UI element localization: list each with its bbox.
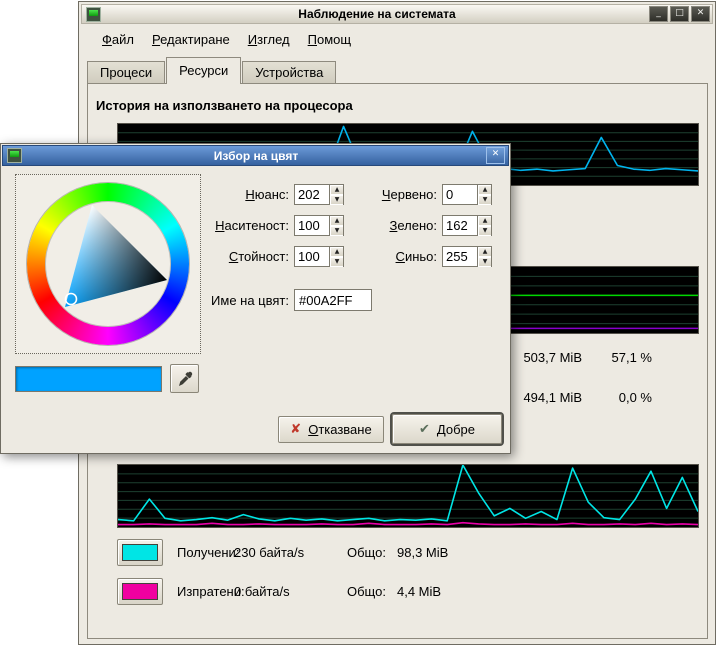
swap-total-value: 494,1 MiB <box>512 390 582 405</box>
menubar: Файл Редактиране Изглед Помощ <box>83 28 711 50</box>
cancel-button[interactable]: ✘ Отказване <box>278 416 384 443</box>
received-rate: 230 байта/s <box>234 539 304 566</box>
color-name-label: Име на цвят: <box>161 290 289 311</box>
received-color-swatch <box>122 544 158 561</box>
color-name-input[interactable] <box>294 289 372 311</box>
memory-percent-value: 57,1 % <box>582 350 652 365</box>
eyedropper-icon <box>176 370 194 388</box>
sent-color-swatch <box>122 583 158 600</box>
dialog-title: Избор на цвят <box>26 149 486 163</box>
value-spin-up-icon[interactable]: ▲ <box>330 247 343 257</box>
tab-processes[interactable]: Процеси <box>87 61 165 84</box>
system-monitor-icon <box>86 7 101 22</box>
close-button[interactable]: ✕ <box>691 6 710 22</box>
hue-spin-up-icon[interactable]: ▲ <box>330 185 343 195</box>
network-history-chart <box>117 464 699 528</box>
notebook-tabs: Процеси Ресурси Устройства <box>87 57 337 84</box>
ok-button[interactable]: ✔ Добре <box>392 414 502 444</box>
blue-label: Синьо: <box>356 246 437 267</box>
dialog-titlebar[interactable]: Избор на цвят ✕ <box>2 145 509 166</box>
eyedropper-button[interactable] <box>170 364 199 393</box>
blue-spinbox[interactable]: ▲▼ <box>442 246 492 267</box>
value-spin-down-icon[interactable]: ▼ <box>330 257 343 267</box>
blue-input[interactable] <box>443 247 477 266</box>
hue-spin-down-icon[interactable]: ▼ <box>330 195 343 205</box>
hue-spinbox[interactable]: ▲▼ <box>294 184 344 205</box>
saturation-spin-up-icon[interactable]: ▲ <box>330 216 343 226</box>
received-label: Получени: <box>177 539 239 566</box>
green-input[interactable] <box>443 216 477 235</box>
cancel-x-icon: ✘ <box>290 422 301 437</box>
cpu-history-heading: История на използването на процесора <box>96 98 353 113</box>
red-label: Червено: <box>356 184 437 205</box>
ok-check-icon: ✔ <box>419 422 430 437</box>
hue-input[interactable] <box>295 185 329 204</box>
dialog-icon <box>7 148 22 163</box>
red-spin-up-icon[interactable]: ▲ <box>478 185 491 195</box>
main-titlebar[interactable]: Наблюдение на системата _ □ ✕ <box>81 4 713 24</box>
sent-total: 4,4 MiB <box>397 578 441 605</box>
minimize-button[interactable]: _ <box>649 6 668 22</box>
value-spinbox[interactable]: ▲▼ <box>294 246 344 267</box>
red-input[interactable] <box>443 185 477 204</box>
menu-file[interactable]: Файл <box>93 29 143 50</box>
sent-rate: 0 байта/s <box>234 578 290 605</box>
blue-spin-up-icon[interactable]: ▲ <box>478 247 491 257</box>
sent-color-button[interactable] <box>117 578 163 605</box>
menu-view[interactable]: Изглед <box>239 29 299 50</box>
green-spinbox[interactable]: ▲▼ <box>442 215 492 236</box>
tab-resources[interactable]: Ресурси <box>166 57 241 84</box>
received-color-button[interactable] <box>117 539 163 566</box>
saturation-input[interactable] <box>295 216 329 235</box>
selected-color-preview <box>15 366 162 392</box>
saturation-label: Наситеност: <box>161 215 289 236</box>
value-label: Стойност: <box>161 246 289 267</box>
menu-help[interactable]: Помощ <box>299 29 360 50</box>
memory-total-value: 503,7 MiB <box>512 350 582 365</box>
red-spin-down-icon[interactable]: ▼ <box>478 195 491 205</box>
tab-devices[interactable]: Устройства <box>242 61 336 84</box>
saturation-spin-down-icon[interactable]: ▼ <box>330 226 343 236</box>
green-spin-up-icon[interactable]: ▲ <box>478 216 491 226</box>
green-label: Зелено: <box>356 215 437 236</box>
menu-edit[interactable]: Редактиране <box>143 29 239 50</box>
received-total: 98,3 MiB <box>397 539 448 566</box>
ok-button-label: Добре <box>437 422 475 437</box>
dialog-close-button[interactable]: ✕ <box>486 147 505 164</box>
received-total-label: Общо: <box>347 539 386 566</box>
color-selection-dialog: Избор на цвят ✕ Нюанс: <box>0 143 511 454</box>
value-input[interactable] <box>295 247 329 266</box>
network-sent-row: Изпратени: 0 байта/s Общо: 4,4 MiB <box>117 578 677 605</box>
red-spinbox[interactable]: ▲▼ <box>442 184 492 205</box>
maximize-button[interactable]: □ <box>670 6 689 22</box>
network-received-row: Получени: 230 байта/s Общо: 98,3 MiB <box>117 539 677 566</box>
saturation-spinbox[interactable]: ▲▼ <box>294 215 344 236</box>
blue-spin-down-icon[interactable]: ▼ <box>478 257 491 267</box>
sent-total-label: Общо: <box>347 578 386 605</box>
main-window-title: Наблюдение на системата <box>105 7 649 21</box>
cancel-button-label: Отказване <box>308 422 372 437</box>
hue-label: Нюанс: <box>161 184 289 205</box>
green-spin-down-icon[interactable]: ▼ <box>478 226 491 236</box>
swap-percent-value: 0,0 % <box>582 390 652 405</box>
